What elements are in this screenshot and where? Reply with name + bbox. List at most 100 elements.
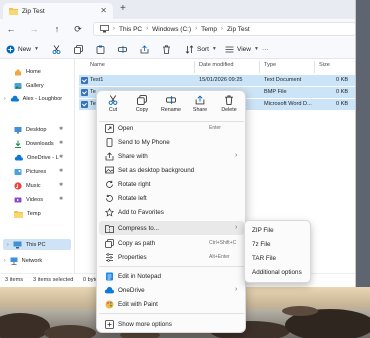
menu-item-rotate-left[interactable]: Rotate left [99,191,244,205]
column-header-size[interactable]: Size [319,62,330,72]
delete-button[interactable] [162,43,171,55]
more-icon: ··· [262,45,269,53]
sidebar-item-label: OneDrive - L [27,154,59,161]
star-icon [104,207,114,217]
rotate-right-icon [104,179,114,189]
share-quick-action[interactable]: Share [187,95,213,119]
sidebar-item-this-pc[interactable]: › This PC [3,239,71,250]
download-icon [14,140,22,148]
chevron-down-icon: ▼ [253,46,259,52]
notepad-icon [104,271,114,281]
sidebar-item-downloads[interactable]: Downloads [14,138,54,149]
close-tab-icon[interactable]: ✕ [100,6,107,15]
menu-item-edit-with-paint[interactable]: Edit with Paint [99,297,244,311]
more-options-button[interactable]: ··· [262,43,269,55]
sidebar-item-home[interactable]: Home [14,66,41,77]
new-tab-button[interactable]: + [120,3,126,14]
chevron-right-icon: › [235,286,238,293]
up-arrow-icon[interactable]: ↑ [51,23,63,35]
copy-quick-action[interactable]: Copy [129,95,155,119]
new-button[interactable]: New ▼ [6,43,39,55]
sort-button[interactable]: Sort ▼ [185,43,217,55]
tab-zip-test[interactable]: Zip Test ✕ [3,3,113,19]
submenu-item-zip[interactable]: ZIP File [252,227,274,234]
refresh-icon[interactable]: ⟳ [72,23,84,35]
menu-item-onedrive[interactable]: OneDrive › [99,283,244,297]
row-checkbox[interactable] [81,101,88,108]
rotate-left-icon [104,193,114,203]
breadcrumb-windows-c[interactable]: Windows (C:) [152,26,191,33]
column-divider[interactable] [314,61,315,73]
menu-item-set-background[interactable]: Set as desktop background [99,163,244,177]
properties-icon [104,252,114,262]
chevron-right-icon: › [235,152,238,159]
table-row[interactable]: Test1 15/01/2026 09:25 Text Document 0 K… [79,75,355,86]
menu-item-label: Show more options [118,321,172,328]
back-arrow-icon[interactable]: ← [5,23,17,35]
share-with-icon [104,151,114,161]
sidebar-item-temp[interactable]: Temp [14,208,41,219]
quick-action-label: Share [192,107,208,113]
row-checkbox[interactable] [81,77,88,84]
forward-arrow-icon[interactable]: → [28,23,40,35]
sidebar-item-desktop[interactable]: Desktop [14,124,47,135]
paint-palette-icon [104,299,114,309]
rename-button[interactable] [118,43,127,55]
submenu-item-tar[interactable]: TAR File [252,255,276,262]
view-button[interactable]: View ▼ [225,43,259,55]
chevron-down-icon: ▼ [34,46,39,52]
monitor-icon [13,241,22,249]
sidebar-item-pictures[interactable]: Pictures [14,166,46,177]
menu-item-send-to-phone[interactable]: Send to My Phone [99,135,244,149]
row-checkbox[interactable] [81,89,88,96]
column-header-name[interactable]: Name [90,62,105,72]
tab-title: Zip Test [22,7,45,15]
open-icon [104,123,114,133]
trash-icon [162,44,171,54]
copy-path-icon [104,238,114,248]
menu-divider [99,266,244,267]
column-divider[interactable] [259,61,260,73]
menu-item-edit-in-notepad[interactable]: Edit in Notepad [99,269,244,283]
breadcrumb-zip-test[interactable]: Zip Test [227,26,250,33]
command-bar: New ▼ Sort ▼ View ▼ ··· [0,39,355,59]
quick-action-label: Cut [108,107,118,113]
share-button[interactable] [140,43,149,55]
menu-item-properties[interactable]: Properties Alt+Enter [99,250,244,264]
column-header-date[interactable]: Date modified [199,62,234,72]
sidebar-item-videos[interactable]: Videos [14,194,43,205]
paste-button[interactable] [96,43,105,55]
rename-quick-action[interactable]: Rename [158,95,184,119]
sidebar-item-network[interactable]: › Network [4,255,42,266]
sidebar-item-label: Gallery [26,82,44,89]
sidebar-item-onedrive-business[interactable]: OneDrive - L [14,152,59,163]
menu-item-label: Edit with Paint [118,301,158,308]
column-header-type[interactable]: Type [264,62,276,72]
breadcrumb-separator: › [195,26,198,32]
copy-button[interactable] [74,43,83,55]
menu-item-open[interactable]: Open Enter [99,121,244,135]
column-divider[interactable] [194,61,195,73]
sidebar-item-gallery[interactable]: Gallery [14,80,44,91]
breadcrumb[interactable]: › This PC › Windows (C:) › Temp › Zip Te… [93,22,355,36]
menu-item-compress-to[interactable]: Compress to... › [99,221,244,235]
delete-quick-action[interactable]: Delete [216,95,242,119]
menu-item-share-with[interactable]: Share with › [99,149,244,163]
sidebar-item-music[interactable]: Music [14,180,41,191]
menu-item-copy-as-path[interactable]: Copy as path Ctrl+Shift+C [99,236,244,250]
rename-icon [166,95,176,105]
sidebar-item-onedrive-personal[interactable]: › Alex - Loughbor [4,93,62,104]
breadcrumb-separator: › [113,26,115,32]
submenu-item-7z[interactable]: 7z File [252,241,271,248]
menu-item-rotate-right[interactable]: Rotate right [99,177,244,191]
menu-item-shortcut: Alt+Enter [209,254,230,260]
submenu-item-additional-options[interactable]: Additional options [252,269,302,276]
desktop-background-icon [104,165,114,175]
cut-quick-action[interactable]: Cut [100,95,126,119]
cut-button[interactable] [52,43,61,55]
menu-item-show-more-options[interactable]: Show more options [99,317,244,331]
breadcrumb-this-pc[interactable]: This PC [119,26,142,33]
navigation-pane: Home Gallery › Alex - Loughbor Desktop ✱… [0,59,75,273]
breadcrumb-temp[interactable]: Temp [201,26,217,33]
menu-item-add-to-favorites[interactable]: Add to Favorites [99,205,244,219]
